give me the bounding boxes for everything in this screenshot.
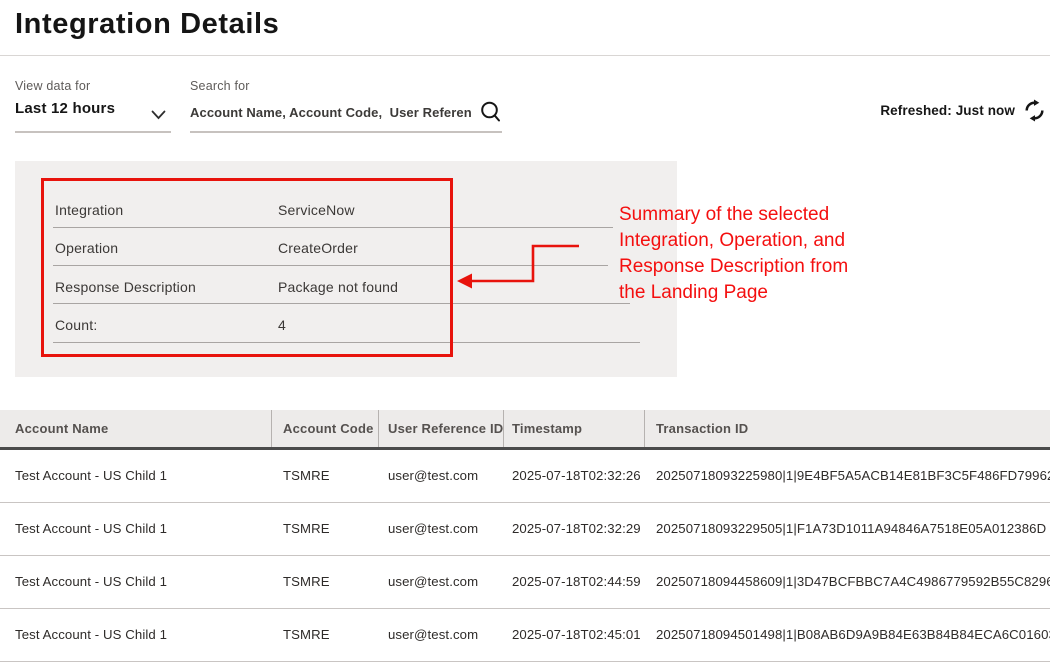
- cell-timestamp: 2025-07-18T02:44:59: [512, 556, 641, 608]
- cell-transaction-id: 20250718094458609|1|3D47BCFBBC7A4C498677…: [656, 556, 1050, 608]
- cell-account-name: Test Account - US Child 1: [15, 450, 167, 502]
- search-for-label: Search for: [190, 79, 250, 93]
- column-header-account-code: Account Code: [283, 410, 374, 447]
- cell-transaction-id: 20250718093225980|1|9E4BF5A5ACB14E81BF3C…: [656, 450, 1050, 502]
- column-header-timestamp: Timestamp: [512, 410, 582, 447]
- cell-user-reference-id: user@test.com: [388, 609, 478, 661]
- table-row[interactable]: Test Account - US Child 1 TSMRE user@tes…: [0, 503, 1050, 556]
- column-divider: [378, 410, 379, 447]
- cell-transaction-id: 20250718093229505|1|F1A73D1011A94846A751…: [656, 503, 1046, 555]
- column-header-user-reference-id: User Reference ID: [388, 410, 503, 447]
- cell-timestamp: 2025-07-18T02:32:29: [512, 503, 641, 555]
- column-header-transaction-id: Transaction ID: [656, 410, 748, 447]
- cell-account-code: TSMRE: [283, 609, 330, 661]
- view-data-for-label: View data for: [15, 79, 90, 93]
- integration-details-page: Integration Details View data for Last 1…: [0, 0, 1050, 670]
- cell-timestamp: 2025-07-18T02:32:26: [512, 450, 641, 502]
- title-divider: [0, 55, 1050, 56]
- search-input[interactable]: [190, 98, 488, 126]
- cell-account-code: TSMRE: [283, 503, 330, 555]
- cell-account-code: TSMRE: [283, 450, 330, 502]
- cell-account-code: TSMRE: [283, 556, 330, 608]
- time-range-value: Last 12 hours: [15, 100, 115, 117]
- refreshed-status-text: Refreshed: Just now: [880, 103, 1015, 118]
- annotation-highlight-box: [41, 178, 453, 357]
- time-range-dropdown[interactable]: Last 12 hours: [15, 100, 171, 126]
- column-divider: [644, 410, 645, 447]
- table-header: Account Name Account Code User Reference…: [0, 410, 1050, 450]
- cell-account-name: Test Account - US Child 1: [15, 556, 167, 608]
- annotation-arrow: [455, 240, 587, 292]
- table-row[interactable]: Test Account - US Child 1 TSMRE user@tes…: [0, 450, 1050, 503]
- cell-user-reference-id: user@test.com: [388, 503, 478, 555]
- search-box: [190, 98, 502, 126]
- annotation-text: Summary of the selected Integration, Ope…: [619, 202, 909, 306]
- page-title: Integration Details: [15, 8, 279, 41]
- column-divider: [503, 410, 504, 447]
- table-row[interactable]: Test Account - US Child 1 TSMRE user@tes…: [0, 556, 1050, 609]
- cell-timestamp: 2025-07-18T02:45:01: [512, 609, 641, 661]
- column-divider: [271, 410, 272, 447]
- column-header-account-name: Account Name: [15, 410, 108, 447]
- search-icon[interactable]: [480, 100, 502, 129]
- refresh-icon[interactable]: [1022, 98, 1047, 123]
- cell-user-reference-id: user@test.com: [388, 450, 478, 502]
- search-underline: [190, 131, 502, 133]
- refresh-group: Refreshed: Just now: [880, 98, 1047, 123]
- cell-account-name: Test Account - US Child 1: [15, 503, 167, 555]
- table-row[interactable]: Test Account - US Child 1 TSMRE user@tes…: [0, 609, 1050, 662]
- chevron-down-icon: [151, 107, 166, 124]
- cell-transaction-id: 20250718094501498|1|B08AB6D9A9B84E63B84B…: [656, 609, 1050, 661]
- time-range-underline: [15, 131, 171, 133]
- cell-account-name: Test Account - US Child 1: [15, 609, 167, 661]
- cell-user-reference-id: user@test.com: [388, 556, 478, 608]
